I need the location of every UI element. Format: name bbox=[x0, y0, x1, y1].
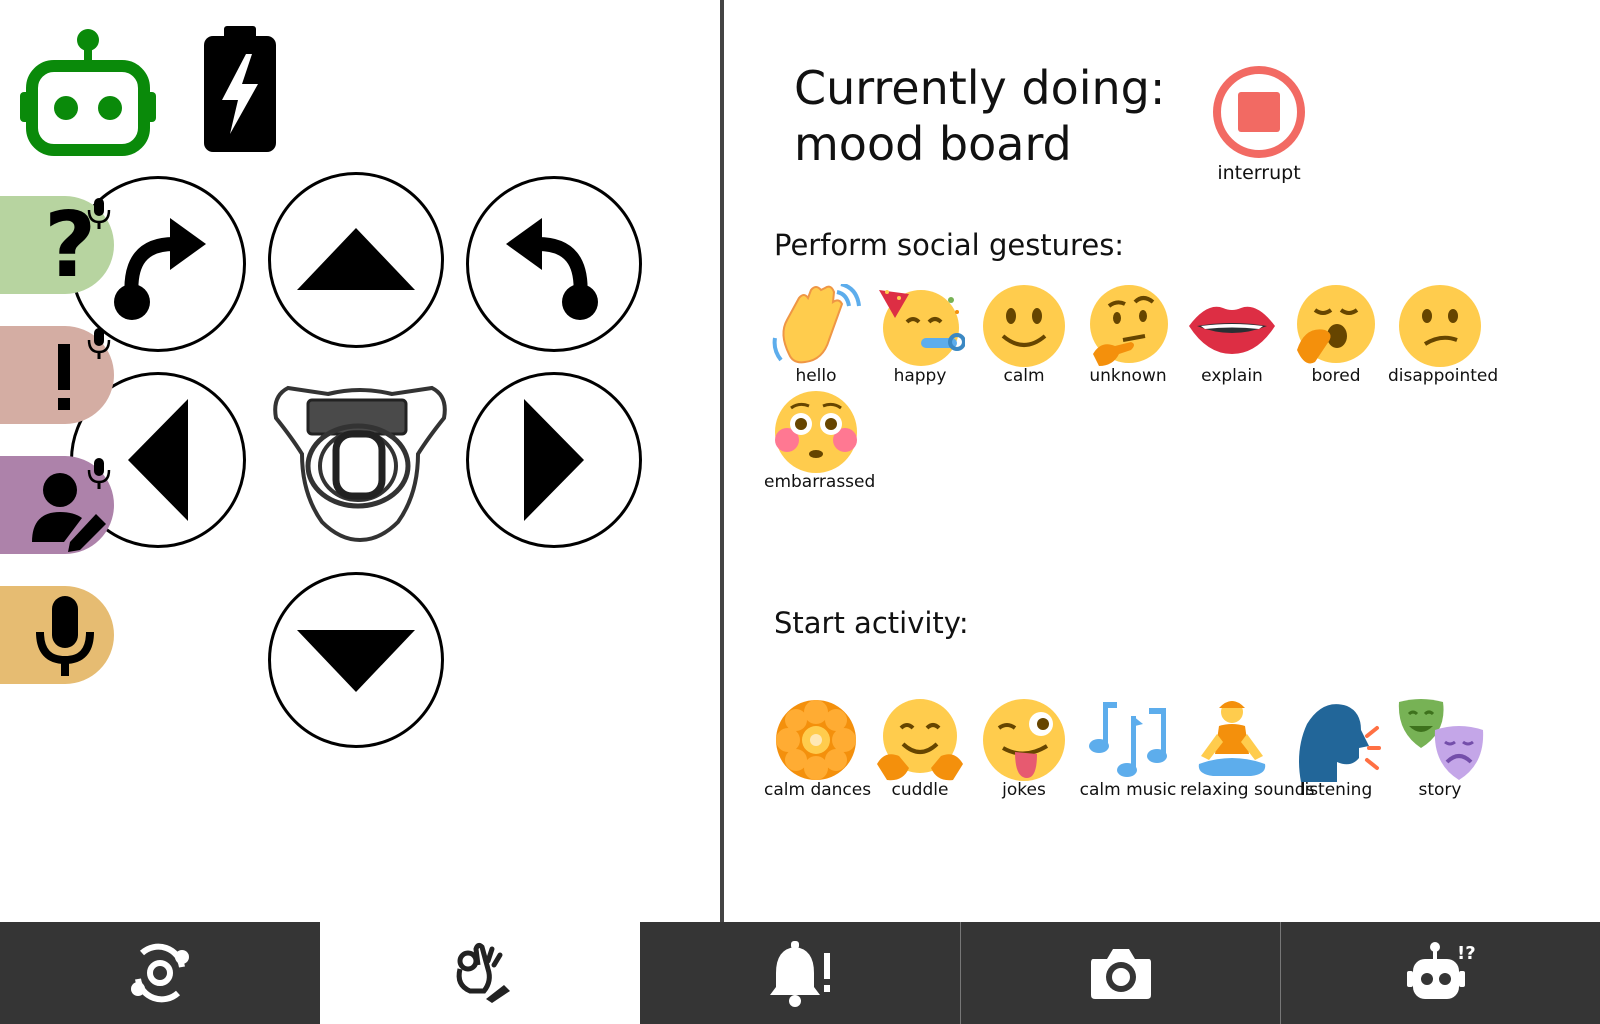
help-button[interactable]: ? bbox=[0, 196, 114, 294]
music-notes-icon bbox=[1083, 698, 1173, 782]
mouth-icon bbox=[1187, 284, 1277, 368]
tab-robot-help[interactable]: !? bbox=[1280, 922, 1600, 1024]
robot-head-icon bbox=[268, 382, 452, 543]
hugging-face-icon bbox=[875, 698, 965, 782]
gesture-label: hello bbox=[795, 366, 837, 386]
activity-panel: Currently doing: mood board interrupt Pe… bbox=[724, 0, 1600, 922]
gesture-label: disappointed bbox=[1388, 366, 1499, 386]
flower-icon bbox=[771, 698, 861, 782]
activity-label: calm dances bbox=[764, 780, 872, 800]
activity-label: listening bbox=[1299, 780, 1373, 800]
bell-alert-icon bbox=[770, 941, 830, 1007]
confused-face-icon bbox=[1395, 284, 1485, 368]
arrow-left-icon bbox=[128, 399, 188, 521]
activity-section-title: Start activity: bbox=[774, 606, 969, 640]
connection-icon bbox=[131, 943, 189, 1003]
interrupt-button[interactable]: interrupt bbox=[1204, 66, 1314, 184]
turn-left-button[interactable] bbox=[466, 176, 642, 352]
gesture-label: unknown bbox=[1089, 366, 1167, 386]
current-activity-line1: Currently doing: bbox=[794, 61, 1166, 115]
arrow-right-icon bbox=[524, 399, 584, 521]
forward-button[interactable] bbox=[268, 172, 444, 348]
stop-icon bbox=[1213, 66, 1305, 158]
gesture-bored[interactable]: bored bbox=[1284, 284, 1388, 386]
yawning-face-icon bbox=[1291, 284, 1381, 368]
gesture-disappointed[interactable]: disappointed bbox=[1388, 284, 1499, 386]
gestures-section-title: Perform social gestures: bbox=[774, 228, 1125, 262]
gesture-label: bored bbox=[1311, 366, 1361, 386]
tab-notifications[interactable] bbox=[640, 922, 960, 1024]
turn-left-icon bbox=[506, 218, 598, 320]
activity-jokes[interactable]: jokes bbox=[972, 698, 1076, 800]
interrupt-label: interrupt bbox=[1217, 162, 1301, 184]
activity-calm-music[interactable]: calm music bbox=[1076, 698, 1180, 800]
activity-story[interactable]: story bbox=[1388, 698, 1492, 800]
arrow-up-icon bbox=[297, 228, 415, 290]
waving-hand-icon bbox=[771, 284, 861, 368]
gesture-hello[interactable]: hello bbox=[764, 284, 868, 386]
gesture-embarrassed[interactable]: embarrassed bbox=[764, 390, 876, 492]
robot-question-icon: !? bbox=[1406, 942, 1476, 999]
arrow-down-icon bbox=[297, 630, 415, 692]
gesture-label: embarrassed bbox=[764, 472, 876, 492]
bottom-tab-bar: !? bbox=[0, 922, 1600, 1024]
gesture-explain[interactable]: explain bbox=[1180, 284, 1284, 386]
alert-button[interactable] bbox=[0, 326, 114, 424]
tab-gestures[interactable] bbox=[320, 922, 640, 1024]
microphone-button[interactable] bbox=[0, 586, 114, 684]
microphone-badge-icon bbox=[87, 198, 111, 229]
speaking-head-icon bbox=[1291, 698, 1381, 782]
winking-tongue-face-icon bbox=[979, 698, 1069, 782]
tab-connection[interactable] bbox=[0, 922, 320, 1024]
activity-cuddle[interactable]: cuddle bbox=[868, 698, 972, 800]
current-activity-name: mood board bbox=[794, 117, 1072, 171]
gesture-label: happy bbox=[893, 366, 947, 386]
tab-camera[interactable] bbox=[960, 922, 1280, 1024]
gesture-label: explain bbox=[1201, 366, 1263, 386]
gesture-happy[interactable]: happy bbox=[868, 284, 972, 386]
gesture-unknown[interactable]: unknown bbox=[1076, 284, 1180, 386]
activity-label: calm music bbox=[1079, 780, 1177, 800]
theater-masks-icon bbox=[1395, 698, 1485, 782]
camera-icon bbox=[1090, 949, 1151, 999]
partying-face-icon bbox=[875, 284, 965, 368]
user-edit-button[interactable] bbox=[0, 456, 114, 554]
activity-relaxing-sounds[interactable]: relaxing sounds bbox=[1180, 698, 1315, 800]
activity-label: cuddle bbox=[891, 780, 949, 800]
activity-listening[interactable]: listening bbox=[1284, 698, 1388, 800]
current-activity-title: Currently doing: mood board bbox=[794, 60, 1165, 172]
gesture-calm[interactable]: calm bbox=[972, 284, 1076, 386]
activity-calm-dances[interactable]: calm dances bbox=[764, 698, 872, 800]
robot-connected-icon bbox=[18, 26, 164, 156]
battery-charging-icon bbox=[200, 26, 280, 154]
activity-label: jokes bbox=[1002, 780, 1046, 800]
gesture-label: calm bbox=[1003, 366, 1045, 386]
turn-right-icon bbox=[114, 218, 206, 320]
svg-text:!?: !? bbox=[1457, 943, 1476, 964]
robot-control-panel: ? bbox=[0, 0, 720, 922]
slightly-smiling-face-icon bbox=[979, 284, 1069, 368]
microphone-badge-icon bbox=[87, 328, 111, 359]
right-button[interactable] bbox=[466, 372, 642, 548]
microphone-icon bbox=[36, 596, 94, 676]
gesture-ok-hand-icon bbox=[456, 942, 510, 1003]
backward-button[interactable] bbox=[268, 572, 444, 748]
meditating-person-icon bbox=[1187, 698, 1277, 782]
thinking-face-icon bbox=[1083, 284, 1173, 368]
flushed-face-icon bbox=[771, 390, 861, 474]
activity-label: story bbox=[1418, 780, 1462, 800]
microphone-badge-icon bbox=[87, 458, 111, 489]
activity-label: relaxing sounds bbox=[1180, 780, 1315, 800]
